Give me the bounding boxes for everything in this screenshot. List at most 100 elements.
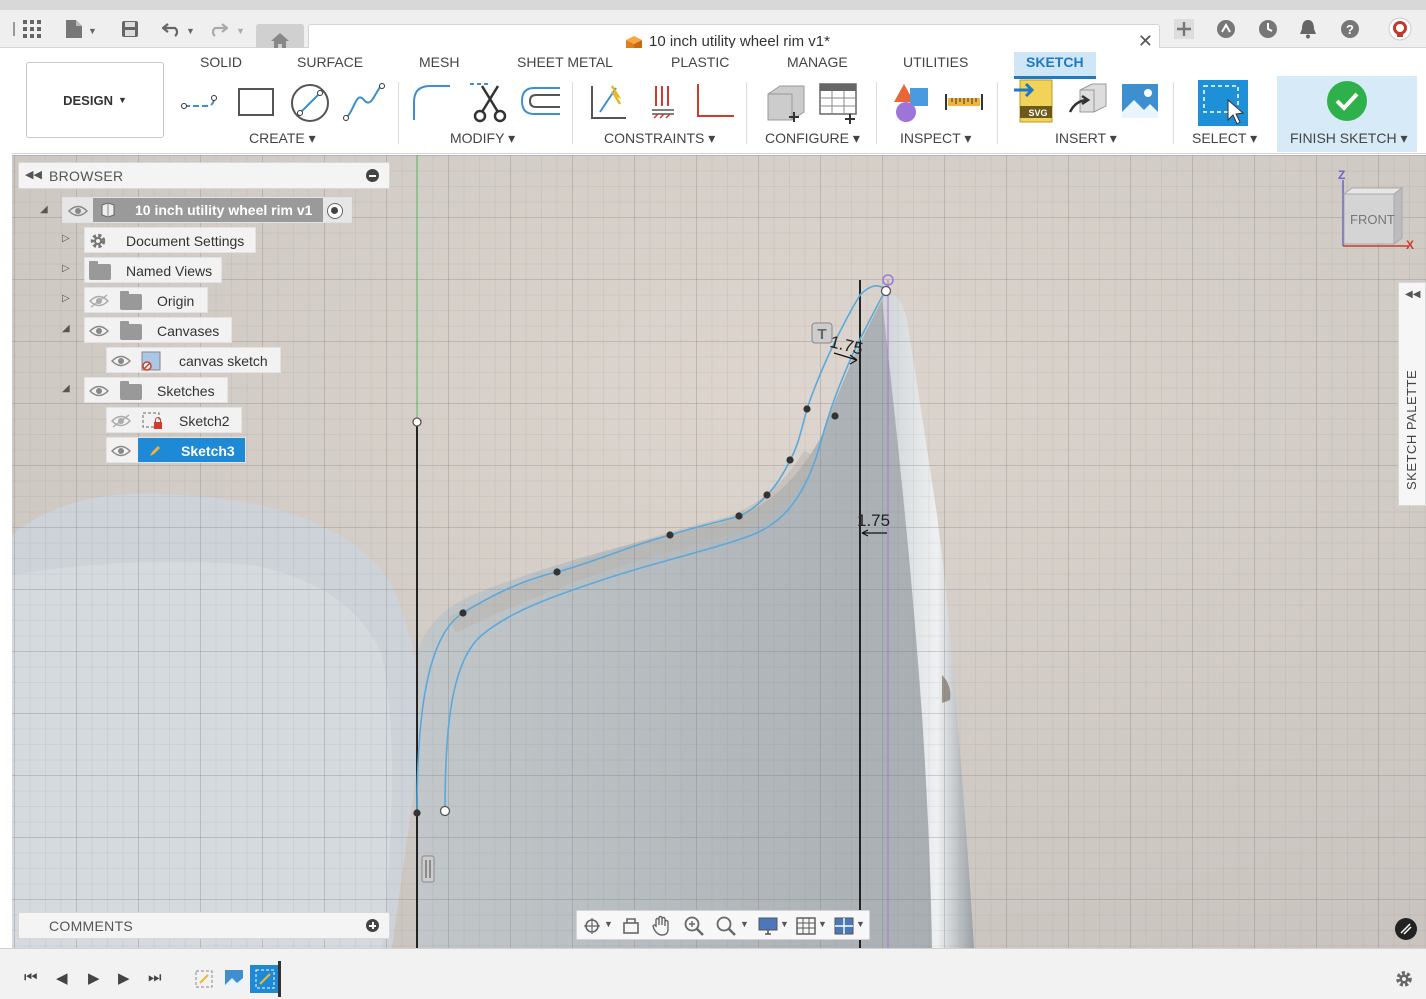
browser-item-canvas-sketch[interactable]: canvas sketch: [106, 347, 281, 373]
inspect-menu[interactable]: INSPECT ▾: [900, 130, 971, 147]
timeline-marker[interactable]: [278, 961, 281, 997]
extensions-icon[interactable]: [1214, 18, 1238, 40]
fix-constraint-icon[interactable]: [586, 82, 632, 122]
add-comment-icon[interactable]: [366, 919, 379, 932]
tab-solid[interactable]: SOLID: [200, 54, 242, 70]
file-icon[interactable]: [62, 18, 86, 40]
expand-root-icon[interactable]: ◢: [40, 204, 48, 215]
undo-icon[interactable]: [160, 18, 184, 40]
browser-item-document-settings[interactable]: Document Settings: [84, 227, 256, 253]
look-at-icon[interactable]: [621, 916, 641, 936]
hidden-eye-icon[interactable]: [89, 294, 109, 308]
spline-fit-points[interactable]: [413, 405, 839, 817]
tab-mesh[interactable]: MESH: [419, 54, 459, 70]
fillet-tool-icon[interactable]: [410, 82, 456, 124]
tangent-constraint-icon[interactable]: T: [811, 322, 833, 344]
timeline-start-icon[interactable]: ⏮: [24, 969, 38, 986]
collapse-canvases-icon[interactable]: ◢: [62, 323, 70, 334]
parallel-constraint-icon[interactable]: [421, 855, 435, 883]
visibility-eye-icon[interactable]: [89, 324, 109, 338]
constraints-menu[interactable]: CONSTRAINTS ▾: [604, 130, 715, 147]
tab-plastic[interactable]: PLASTIC: [671, 54, 729, 70]
job-status-icon[interactable]: [1256, 18, 1280, 40]
zoom-window-icon[interactable]: [715, 915, 737, 937]
configuration-table-icon[interactable]: [816, 80, 862, 124]
expand-origin-icon[interactable]: ▷: [62, 293, 70, 304]
coincident-constraint-icon[interactable]: [648, 82, 678, 122]
finish-sketch-menu[interactable]: FINISH SKETCH ▾: [1290, 130, 1408, 147]
collapse-sketches-icon[interactable]: ◢: [62, 383, 70, 394]
comments-panel-header[interactable]: COMMENTS: [18, 912, 390, 939]
orbit-icon[interactable]: [581, 916, 603, 936]
orbit-caret-icon[interactable]: ▼: [604, 919, 613, 929]
trim-tool-icon[interactable]: [468, 80, 508, 124]
perpendicular-constraint-icon[interactable]: [692, 82, 738, 122]
circle-tool-icon[interactable]: [288, 82, 332, 124]
spline-inner[interactable]: [444, 289, 887, 812]
configure-menu[interactable]: CONFIGURE ▾: [765, 130, 860, 147]
timeline-step-back-icon[interactable]: ◀: [56, 969, 68, 987]
create-menu[interactable]: CREATE ▾: [249, 130, 316, 147]
spline-outer[interactable]: [416, 285, 887, 814]
browser-item-origin[interactable]: Origin: [84, 287, 208, 313]
file-caret-icon[interactable]: ▼: [88, 26, 97, 36]
visibility-eye-icon[interactable]: [111, 354, 131, 368]
apps-grid-icon[interactable]: [20, 18, 44, 40]
dimension-offset-b[interactable]: 1.75: [857, 511, 890, 530]
browser-panel-header[interactable]: ◀◀ BROWSER: [18, 162, 390, 189]
new-tab-icon[interactable]: [1172, 18, 1196, 40]
view-cube-face-label[interactable]: FRONT: [1350, 212, 1395, 227]
select-menu[interactable]: SELECT ▾: [1192, 130, 1257, 147]
timeline-sketch-item-icon[interactable]: [194, 969, 214, 989]
visibility-eye-icon[interactable]: [68, 204, 88, 218]
hidden-eye-icon[interactable]: [111, 414, 131, 428]
canvas-corner-icon[interactable]: [1395, 918, 1417, 940]
browser-item-sketch2[interactable]: Sketch2: [106, 407, 242, 433]
viewports-icon[interactable]: [833, 916, 855, 936]
timeline-active-sketch-item[interactable]: [250, 965, 280, 993]
tab-sketch[interactable]: SKETCH: [1014, 52, 1096, 79]
browser-item-sketch3[interactable]: Sketch3: [106, 437, 246, 463]
tab-manage[interactable]: MANAGE: [787, 54, 848, 70]
timeline-settings-gear-icon[interactable]: [1394, 969, 1414, 989]
timeline-play-icon[interactable]: ▶: [88, 969, 100, 987]
measure-icon[interactable]: [944, 90, 984, 114]
insert-menu[interactable]: INSERT ▾: [1055, 130, 1117, 147]
viewports-caret-icon[interactable]: ▼: [856, 919, 865, 929]
browser-root-node[interactable]: 10 inch utility wheel rim v1: [62, 197, 352, 223]
browser-item-canvases[interactable]: Canvases: [84, 317, 232, 343]
rectangle-tool-icon[interactable]: [236, 86, 276, 118]
tab-surface[interactable]: SURFACE: [297, 54, 363, 70]
select-tool-button[interactable]: [1198, 80, 1248, 126]
browser-minimize-icon[interactable]: [366, 169, 379, 182]
browser-item-sketches[interactable]: Sketches: [84, 377, 228, 403]
display-settings-icon[interactable]: [757, 916, 779, 936]
insert-mesh-icon[interactable]: [1068, 82, 1108, 122]
display-caret-icon[interactable]: ▼: [780, 919, 789, 929]
modeling-canvas[interactable]: T 1.75 1.75: [12, 155, 1426, 948]
finish-sketch-button[interactable]: FINISH SKETCH ▾: [1277, 76, 1417, 152]
grid-caret-icon[interactable]: ▼: [818, 919, 827, 929]
tab-utilities[interactable]: UTILITIES: [903, 54, 968, 70]
save-icon[interactable]: [118, 18, 142, 40]
visibility-eye-icon[interactable]: [89, 384, 109, 398]
grid-settings-icon[interactable]: [795, 916, 817, 936]
user-avatar[interactable]: [1388, 17, 1412, 41]
timeline-end-icon[interactable]: ⏭: [148, 969, 162, 986]
expand-palette-icon[interactable]: ◀◀: [1405, 289, 1420, 300]
insert-canvas-icon[interactable]: [1120, 82, 1160, 120]
help-icon[interactable]: ?: [1338, 18, 1362, 40]
expand-document-settings-icon[interactable]: ▷: [62, 233, 70, 244]
spline-endpoint-top[interactable]: [880, 285, 892, 297]
modify-menu[interactable]: MODIFY ▾: [450, 130, 515, 147]
offset-tool-icon[interactable]: [518, 84, 564, 120]
line-endpoint[interactable]: [412, 417, 422, 427]
change-parameters-icon[interactable]: [764, 82, 808, 124]
redo-caret-icon[interactable]: ▼: [236, 26, 245, 36]
tab-sheet-metal[interactable]: SHEET METAL: [517, 54, 613, 70]
visibility-eye-icon[interactable]: [111, 444, 131, 458]
appearance-icon[interactable]: [890, 80, 932, 124]
activate-radio-icon[interactable]: [327, 203, 343, 219]
spline-endpoint[interactable]: [439, 805, 451, 817]
collapse-browser-icon[interactable]: ◀◀: [25, 168, 42, 181]
